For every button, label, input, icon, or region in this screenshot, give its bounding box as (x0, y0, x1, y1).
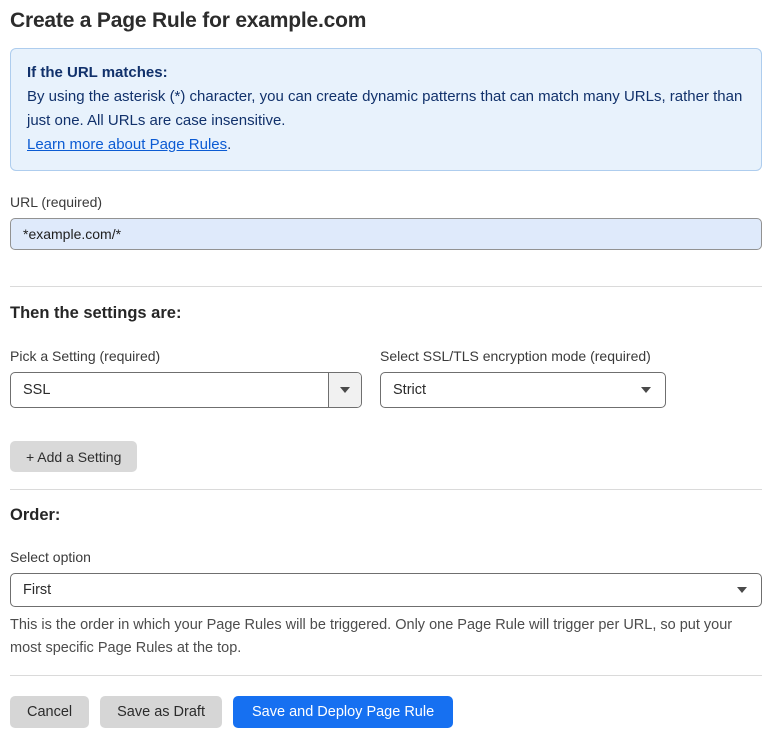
cancel-button[interactable]: Cancel (10, 696, 90, 728)
divider (10, 489, 762, 490)
footer-buttons: Cancel Save as Draft Save and Deploy Pag… (10, 696, 762, 742)
info-banner-heading: If the URL matches: (27, 64, 168, 81)
order-section-heading: Order: (10, 506, 61, 524)
setting-select-label: Pick a Setting (required) (10, 348, 161, 364)
mode-select-group: Select SSL/TLS encryption mode (required… (380, 348, 666, 408)
order-select[interactable]: First (10, 573, 762, 607)
order-select-label: Select option (10, 549, 91, 565)
chevron-down-icon (340, 387, 350, 393)
chevron-down-icon (641, 387, 651, 393)
save-and-deploy-button[interactable]: Save and Deploy Page Rule (232, 696, 454, 728)
order-help-text: This is the order in which your Page Rul… (10, 617, 733, 656)
divider (10, 675, 762, 676)
order-select-caret (737, 587, 761, 593)
mode-select[interactable]: Strict (380, 372, 666, 408)
url-input[interactable] (10, 218, 762, 250)
chevron-down-icon (737, 587, 747, 593)
page-rule-form: Create a Page Rule for example.com If th… (0, 9, 772, 742)
mode-select-caret (641, 387, 665, 393)
info-banner: If the URL matches: By using the asteris… (10, 48, 762, 171)
order-select-value: First (23, 582, 52, 598)
add-setting-button[interactable]: + Add a Setting (10, 441, 138, 472)
setting-select-group: Pick a Setting (required) SSL (10, 348, 362, 408)
info-banner-body: By using the asterisk (*) character, you… (27, 88, 743, 129)
settings-row: Pick a Setting (required) SSL Select SSL… (10, 348, 762, 408)
link-suffix: . (227, 136, 232, 153)
setting-select-value: SSL (23, 382, 51, 398)
setting-select[interactable]: SSL (10, 372, 362, 408)
page-title: Create a Page Rule for example.com (10, 9, 367, 32)
learn-more-link[interactable]: Learn more about Page Rules (27, 136, 227, 153)
save-as-draft-button[interactable]: Save as Draft (100, 696, 222, 728)
settings-section-heading: Then the settings are: (10, 304, 182, 322)
url-field-label: URL (required) (10, 194, 103, 210)
info-banner-link-line: Learn more about Page Rules. (27, 133, 745, 157)
setting-select-caret-button[interactable] (328, 373, 361, 407)
divider (10, 286, 762, 287)
mode-select-label: Select SSL/TLS encryption mode (required… (380, 348, 651, 364)
mode-select-value: Strict (393, 382, 427, 398)
